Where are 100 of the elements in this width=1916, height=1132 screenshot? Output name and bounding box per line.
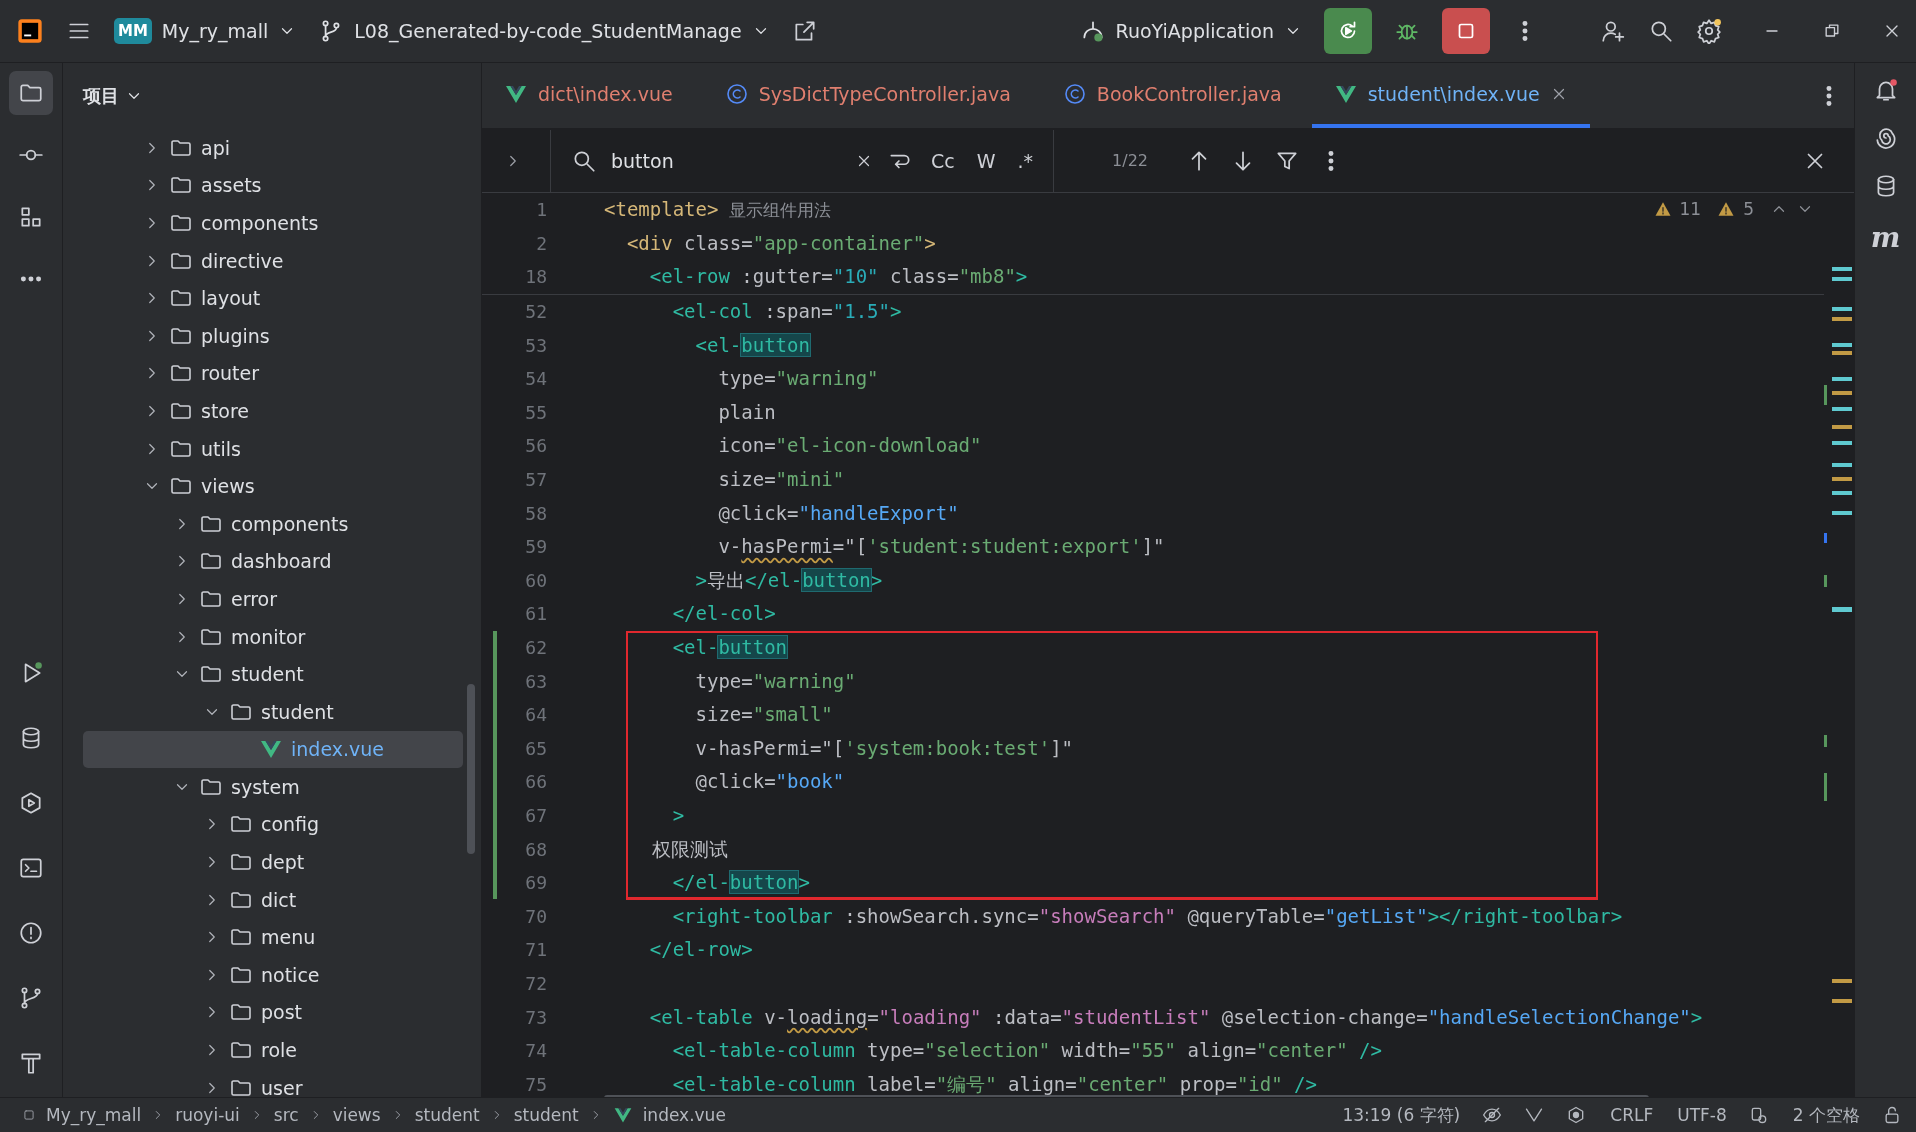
breadcrumb[interactable]: My_ry_mall [46, 1105, 142, 1125]
tree-item[interactable]: store [83, 392, 463, 430]
run-config-selector[interactable]: RuoYiApplication [1079, 18, 1302, 44]
maven-button[interactable]: m [1870, 221, 1901, 254]
breadcrumb[interactable]: index.vue [642, 1105, 726, 1125]
line-number: 72 [524, 972, 547, 994]
tree-item[interactable]: post [83, 993, 463, 1032]
tree-item[interactable]: error [83, 580, 463, 618]
tree-item[interactable]: dept [83, 843, 463, 881]
tree-item[interactable]: dict [83, 880, 463, 919]
tree-item[interactable]: config [83, 805, 463, 844]
line-number: 55 [524, 401, 547, 423]
line-number: 64 [524, 704, 547, 726]
code-line: size="mini" [717, 470, 845, 490]
line-number: 60 [524, 569, 547, 591]
code-line: plain [717, 402, 776, 422]
line-number: 18 [524, 266, 547, 288]
file-encoding[interactable]: UTF-8 [1677, 1105, 1727, 1125]
tree-item[interactable]: menu [83, 918, 463, 957]
code-line: >导出</el-button> [694, 570, 883, 590]
code-line: @click="handleExport" [717, 503, 959, 523]
breadcrumb[interactable]: ruoyi-ui [175, 1105, 240, 1125]
regex-toggle[interactable]: .* [1013, 149, 1038, 172]
line-number: 62 [524, 637, 547, 658]
code-line: <el-table-column label="编号" align="center" prop="id" /> [671, 1074, 1317, 1094]
tree-item[interactable]: directive [83, 241, 463, 280]
tree-item[interactable]: notice [83, 956, 463, 994]
line-number: 69 [524, 872, 547, 894]
code-line: <el-table-column type="selection" width="55" align="center" /> [671, 1041, 1382, 1061]
line-number: 67 [524, 805, 547, 826]
code-line: size="small" [694, 705, 833, 725]
line-number: 58 [524, 502, 547, 524]
line-number: 70 [524, 905, 547, 927]
project-name: My_ry_mall [161, 20, 269, 42]
tree-item[interactable]: plugins [83, 316, 463, 355]
words-toggle[interactable]: W [972, 149, 1000, 172]
line-number: 53 [524, 334, 547, 356]
search-field[interactable]: button Cc W .* [550, 129, 1055, 192]
line-separator[interactable]: CRLF [1610, 1105, 1654, 1125]
code-line: type="warning" [717, 369, 879, 389]
code-line: <right-toolbar :showSearch.sync="showSearch" @queryTable="getList"></right-toolbar> [671, 906, 1623, 926]
code-line: v-hasPermi="['system:book:test']" [694, 738, 1073, 758]
tree-item[interactable]: api [83, 129, 463, 167]
branch-selector[interactable]: L08_Generated-by-code_StudentManage [318, 18, 770, 44]
line-number: 73 [524, 1006, 547, 1028]
breadcrumb[interactable]: src [273, 1105, 299, 1125]
line-number: 66 [524, 771, 547, 793]
tree-item[interactable]: monitor [83, 617, 463, 656]
project-selector[interactable]: MM My_ry_mall [114, 18, 297, 44]
project-view-selector[interactable]: 项目 [83, 84, 143, 108]
tree-item[interactable]: layout [83, 279, 463, 317]
tree-item[interactable]: router [83, 354, 463, 393]
tree-item[interactable]: components [83, 204, 463, 242]
code-line: <template> 显示组件用法 [604, 200, 832, 220]
code-line: <el-button [671, 638, 788, 657]
tree-item[interactable]: utils [83, 429, 463, 468]
line-number: 57 [524, 469, 547, 491]
line-number: 75 [524, 1073, 547, 1095]
editor-tab[interactable]: BookController.java [1040, 63, 1304, 128]
tree-item[interactable]: student [83, 692, 463, 731]
tree-item[interactable]: views [83, 467, 463, 505]
match-case-toggle[interactable]: Cc [927, 149, 959, 172]
code-line: <el-row :gutter="10" class="mb8"> [648, 267, 1028, 287]
code-line: </el-button> [671, 873, 810, 893]
code-line: @click="book" [694, 772, 845, 792]
line-number: 71 [524, 939, 547, 961]
line-number: 1 [535, 199, 547, 221]
tree-item[interactable]: role [83, 1031, 463, 1069]
project-badge: MM [114, 18, 152, 44]
code-line: <el-button [694, 335, 810, 355]
tree-item[interactable]: system [83, 768, 463, 806]
code-line: 权限测试 [651, 839, 729, 859]
tree-item[interactable]: assets [83, 166, 463, 205]
branch-name: L08_Generated-by-code_StudentManage [354, 20, 742, 42]
line-number: 68 [524, 838, 547, 860]
tree-item[interactable]: user [83, 1068, 463, 1097]
tree-item[interactable]: components [83, 504, 463, 543]
run-config-name: RuoYiApplication [1115, 20, 1274, 42]
line-number: 74 [524, 1040, 547, 1062]
breadcrumb[interactable]: views [332, 1105, 381, 1125]
tree-item[interactable]: index.vue [83, 730, 463, 769]
breadcrumb[interactable]: student [513, 1105, 579, 1125]
code-line: > [671, 806, 685, 825]
code-line: </el-col> [671, 604, 776, 624]
editor-tab[interactable]: SysDictTypeController.java [702, 63, 1033, 128]
line-number: 54 [524, 368, 547, 390]
line-number: 65 [524, 737, 547, 759]
line-number: 56 [524, 435, 547, 457]
indent-setting[interactable]: 2 个空格 [1792, 1103, 1860, 1127]
warning-count[interactable]: 5 [1743, 199, 1754, 219]
editor-tab[interactable]: dict\index.vue [482, 63, 695, 128]
breadcrumb[interactable]: student [414, 1105, 480, 1125]
caret-position[interactable]: 13:19 (6 字符) [1342, 1103, 1461, 1127]
code-line: type="warning" [694, 671, 856, 691]
code-line: icon="el-icon-download" [717, 436, 982, 456]
tree-item[interactable]: student [83, 655, 463, 693]
line-number: 63 [524, 670, 547, 692]
code-line: </el-row> [648, 940, 753, 960]
warning-count[interactable]: 11 [1679, 199, 1702, 219]
tree-item[interactable]: dashboard [83, 542, 463, 581]
